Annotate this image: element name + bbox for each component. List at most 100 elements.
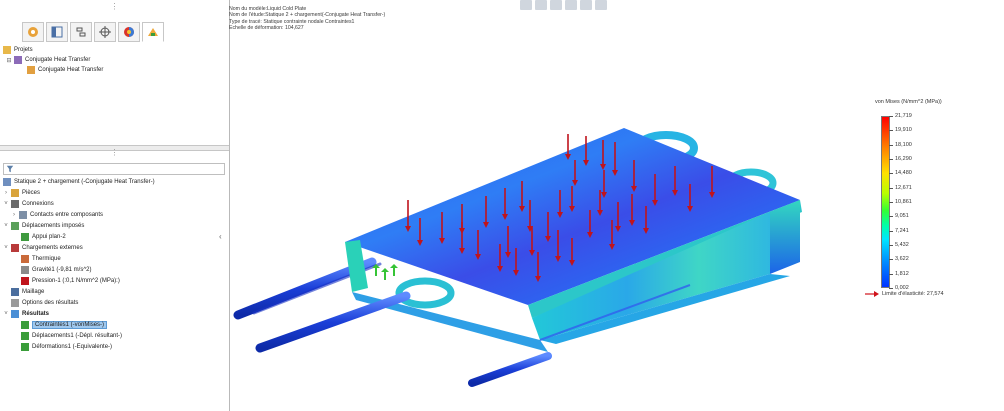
tree-item-label: Déformations1 (-Equivalente-): [32, 344, 113, 350]
tree-item-study-child[interactable]: Conjugate Heat Transfer: [27, 65, 103, 75]
tree-item-label: Pièces: [22, 190, 41, 196]
tree-item-label: Appui plan-2: [32, 234, 66, 240]
yield-arrow-icon: [865, 291, 879, 297]
result-options-icon: [11, 299, 19, 307]
results-folder-icon: [11, 310, 19, 318]
external-loads-icon: [11, 244, 19, 252]
filter-field[interactable]: [3, 163, 225, 175]
heat-transfer-icon: [27, 66, 35, 74]
parts-icon: [11, 189, 19, 197]
tree-item-label: Déplacements1 (-Dépl. résultant-): [32, 333, 123, 339]
tree-item-label: Chargements externes: [22, 245, 83, 251]
results-legend: von Mises (N/mm^2 (MPa)) 21,719 19,910 18,…: [850, 95, 990, 305]
fixture-icon: [11, 222, 19, 230]
tab-configuration-manager[interactable]: [70, 22, 92, 42]
pipe: [255, 291, 411, 353]
gravity-icon: [21, 266, 29, 274]
legend-tick: 19,910: [889, 127, 912, 134]
tree-item-label: Contacts entre composants: [30, 212, 104, 218]
tree-item-fixture1[interactable]: Appui plan-2: [21, 232, 66, 242]
legend-title: von Mises (N/mm^2 (MPa)): [875, 99, 942, 105]
tree-item-gravity[interactable]: Gravité1 (-9,81 m/s^2): [21, 265, 92, 275]
tree-item-projects[interactable]: Projets: [3, 45, 33, 55]
fixed-plane-icon: [21, 233, 29, 241]
legend-tick: 9,051: [889, 213, 909, 220]
tab-feature-manager[interactable]: [22, 22, 44, 42]
tree-item-study[interactable]: ⊟ Conjugate Heat Transfer: [6, 55, 90, 65]
legend-tick: 7,241: [889, 227, 909, 234]
simulation-icon: [148, 28, 158, 36]
collapse-icon[interactable]: ˅: [3, 245, 9, 251]
filter-icon: [6, 165, 14, 173]
bottom-grip[interactable]: ⋮: [0, 149, 229, 157]
crosshair-icon: [99, 26, 111, 38]
tree-item-study-root[interactable]: Statique 2 + chargement (-Conjugate Heat…: [3, 177, 155, 187]
feature-manager-panel: ⋮ Projets ⊟ Conjugate Heat Transfer Conj…: [0, 0, 230, 411]
feature-tree-icon: [28, 27, 38, 37]
expand-icon[interactable]: ›: [11, 212, 17, 218]
tree-item-fixtures[interactable]: ˅ Déplacements imposés: [3, 221, 84, 231]
study-icon: [14, 56, 22, 64]
expand-icon[interactable]: ›: [3, 190, 9, 196]
tree-item-label: Options des résultats: [22, 300, 79, 306]
tree-item-label: Contraintes1 (-vonMises-): [32, 321, 108, 329]
tree-item-label: Conjugate Heat Transfer: [38, 67, 104, 73]
legend-tick: 10,861: [889, 199, 912, 205]
tab-dimxpert[interactable]: [94, 22, 116, 42]
legend-tick: 18,100: [889, 141, 912, 148]
plate-wall: [770, 200, 800, 274]
tree-item-results[interactable]: ˅ Résultats: [3, 309, 49, 319]
tree-item-label: Statique 2 + chargement (-Conjugate Heat…: [14, 179, 155, 185]
legend-tick: 21,719: [889, 113, 912, 119]
collapse-icon[interactable]: ˅: [3, 311, 9, 317]
tree-item-pressure[interactable]: Pression-1 (:0,1 N/mm^2 (MPa):): [21, 276, 120, 286]
collapse-icon[interactable]: ˅: [3, 223, 9, 229]
tree-item-connections[interactable]: ˅ Connexions: [3, 199, 54, 209]
fixture-arrows: [372, 264, 398, 280]
tree-item-contacts[interactable]: › Contacts entre composants: [11, 210, 103, 220]
pressure-icon: [21, 277, 29, 285]
stress-plot-icon: [21, 321, 29, 329]
tree-item-label: Maillage: [22, 289, 45, 295]
tree-item-displacement[interactable]: Déplacements1 (-Dépl. résultant-): [21, 331, 122, 341]
legend-tick: 5,432: [889, 242, 909, 248]
tree-item-label: Connexions: [22, 201, 54, 207]
configuration-icon: [76, 27, 86, 37]
static-study-icon: [3, 178, 11, 186]
tree-item-loads[interactable]: ˅ Chargements externes: [3, 243, 83, 253]
connections-icon: [11, 200, 19, 208]
tree-item-mesh[interactable]: Maillage: [11, 287, 44, 297]
display-icon: [124, 27, 134, 37]
tree-item-label: Thermique: [32, 256, 61, 262]
pipe: [468, 352, 552, 387]
tree-item-label: Gravité1 (-9,81 m/s^2): [32, 267, 92, 273]
top-grip[interactable]: ⋮: [0, 3, 229, 11]
tab-property-manager[interactable]: [46, 22, 68, 42]
stress-plot-model[interactable]: [230, 0, 850, 411]
tab-simulation[interactable]: [142, 22, 164, 42]
tree-item-stress[interactable]: Contraintes1 (-vonMises-): [21, 320, 108, 330]
collapse-icon[interactable]: ⊟: [6, 57, 12, 64]
yield-strength-marker: Limite d'élasticité: 27,574: [865, 291, 944, 297]
tree-item-result-options[interactable]: Options des résultats: [11, 298, 78, 308]
tree-item-strain[interactable]: Déformations1 (-Equivalente-): [21, 342, 112, 352]
tree-item-thermal[interactable]: Thermique: [21, 254, 61, 264]
legend-tick: 1,812: [889, 270, 909, 277]
thermal-icon: [21, 255, 29, 263]
tree-item-label: Déplacements imposés: [22, 223, 85, 229]
tree-item-label: Pression-1 (:0,1 N/mm^2 (MPa):): [32, 278, 120, 284]
mesh-icon: [11, 288, 19, 296]
contact-icon: [19, 211, 27, 219]
displacement-plot-icon: [21, 332, 29, 340]
tree-item-label: Conjugate Heat Transfer: [25, 57, 91, 63]
collapse-icon[interactable]: ˅: [3, 201, 9, 207]
tab-display-manager[interactable]: [118, 22, 140, 42]
legend-tick: 16,290: [889, 156, 912, 162]
yield-label: Limite d'élasticité: 27,574: [882, 291, 944, 297]
strain-plot-icon: [21, 343, 29, 351]
legend-tick: 14,480: [889, 170, 912, 177]
tree-item-parts[interactable]: › Pièces: [3, 188, 40, 198]
property-icon: [51, 26, 63, 38]
folder-icon: [3, 46, 11, 54]
panel-collapse-icon[interactable]: ‹: [219, 232, 227, 244]
